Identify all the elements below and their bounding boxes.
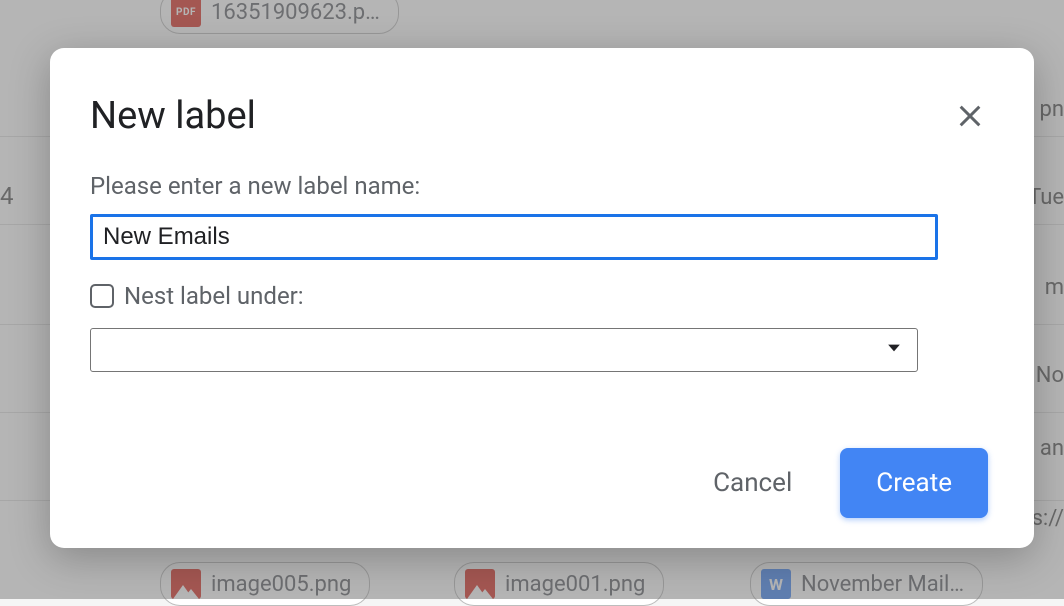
close-icon[interactable]: [956, 102, 984, 130]
nest-label-row: Nest label under:: [90, 282, 994, 310]
nest-label-checkbox[interactable]: [90, 284, 114, 308]
label-name-input[interactable]: [90, 214, 938, 260]
cancel-button[interactable]: Cancel: [713, 468, 792, 498]
parent-label-select[interactable]: [90, 328, 918, 372]
dialog-header: New label: [90, 94, 994, 138]
create-button[interactable]: Create: [840, 448, 988, 518]
new-label-dialog: New label Please enter a new label name:…: [50, 48, 1034, 548]
parent-label-select-wrap: [90, 328, 918, 372]
nest-label-checkbox-label: Nest label under:: [124, 282, 304, 310]
dialog-title: New label: [90, 94, 256, 138]
label-name-prompt: Please enter a new label name:: [90, 172, 994, 200]
dialog-footer: Cancel Create: [90, 448, 994, 518]
